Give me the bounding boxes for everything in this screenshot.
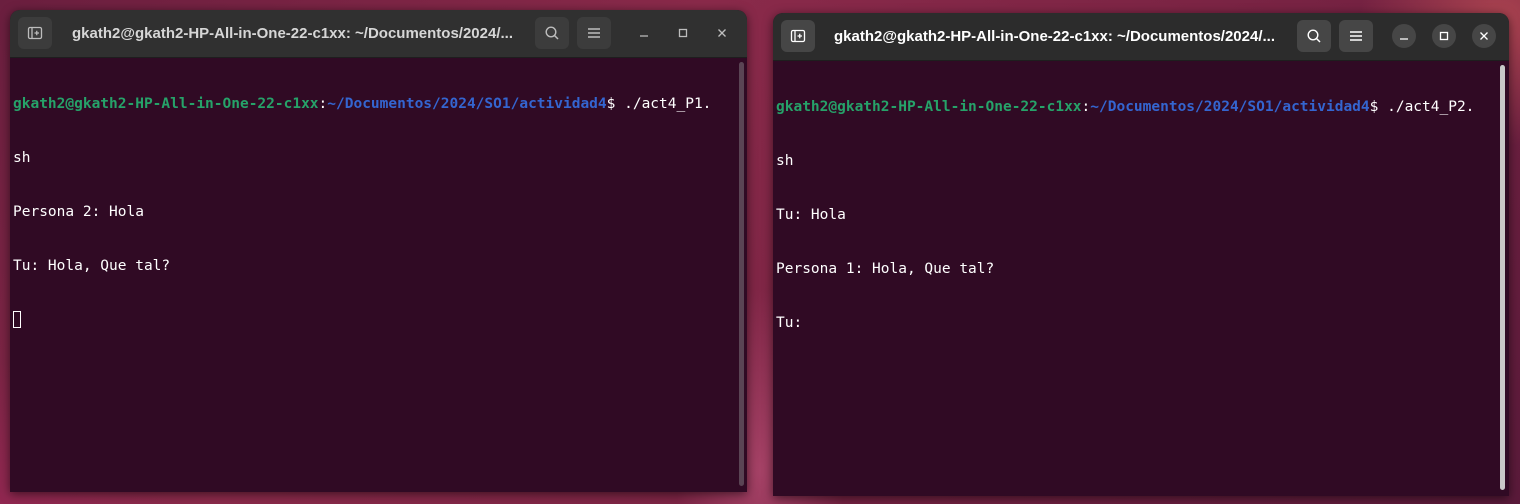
prompt-line: gkath2@gkath2-HP-All-in-One-22-c1xx:~/Do… xyxy=(776,98,1497,116)
prompt-user-host: gkath2@gkath2-HP-All-in-One-22-c1xx xyxy=(13,96,319,112)
command-text: ./act4_P1. xyxy=(615,96,712,112)
output-line: Persona 1: Hola, Que tal? xyxy=(776,261,995,277)
search-button[interactable] xyxy=(535,17,569,49)
maximize-button[interactable] xyxy=(671,21,695,45)
minimize-button[interactable] xyxy=(632,21,656,45)
text-cursor xyxy=(13,311,21,328)
prompt-user-host: gkath2@gkath2-HP-All-in-One-22-c1xx xyxy=(776,99,1082,115)
minimize-button[interactable] xyxy=(1392,24,1416,48)
cursor-line xyxy=(13,311,735,329)
terminal-window-left[interactable]: gkath2@gkath2-HP-All-in-One-22-c1xx: ~/D… xyxy=(10,10,747,492)
hamburger-menu-icon xyxy=(588,28,600,38)
terminal-output[interactable]: gkath2@gkath2-HP-All-in-One-22-c1xx:~/Do… xyxy=(13,59,735,492)
minimize-icon xyxy=(640,35,648,37)
titlebar[interactable]: gkath2@gkath2-HP-All-in-One-22-c1xx: ~/D… xyxy=(773,13,1509,61)
minimize-icon xyxy=(1400,38,1408,40)
prompt-colon: : xyxy=(1081,99,1091,115)
new-tab-button[interactable] xyxy=(781,20,815,52)
output-line: Tu: Hola, Que tal? xyxy=(13,258,171,274)
new-tab-icon xyxy=(790,29,806,43)
terminal-output[interactable]: gkath2@gkath2-HP-All-in-One-22-c1xx:~/Do… xyxy=(776,62,1497,496)
new-tab-button[interactable] xyxy=(18,17,52,49)
close-icon xyxy=(718,29,726,37)
menu-button[interactable] xyxy=(577,17,611,49)
close-button[interactable] xyxy=(1472,24,1496,48)
command-wrap: sh xyxy=(13,150,31,166)
maximize-button[interactable] xyxy=(1432,24,1456,48)
maximize-icon xyxy=(1439,31,1449,41)
hamburger-menu-icon xyxy=(1350,31,1362,41)
close-icon xyxy=(1480,32,1488,40)
output-line: Persona 2: Hola xyxy=(13,204,144,220)
prompt-path: ~/Documentos/2024/SO1/actividad4 xyxy=(1090,99,1370,115)
search-button[interactable] xyxy=(1297,20,1331,52)
prompt-path: ~/Documentos/2024/SO1/actividad4 xyxy=(327,96,607,112)
scrollbar[interactable] xyxy=(739,62,744,486)
window-title: gkath2@gkath2-HP-All-in-One-22-c1xx: ~/D… xyxy=(834,28,1275,45)
maximize-icon xyxy=(678,28,688,38)
new-tab-icon xyxy=(27,26,43,40)
command-wrap: sh xyxy=(776,153,794,169)
command-text: ./act4_P2. xyxy=(1378,99,1475,115)
titlebar[interactable]: gkath2@gkath2-HP-All-in-One-22-c1xx: ~/D… xyxy=(10,10,747,58)
output-line: Tu: Hola xyxy=(776,207,846,223)
prompt-line: gkath2@gkath2-HP-All-in-One-22-c1xx:~/Do… xyxy=(13,95,735,113)
scrollbar[interactable] xyxy=(1500,65,1505,490)
close-button[interactable] xyxy=(710,21,734,45)
window-title: gkath2@gkath2-HP-All-in-One-22-c1xx: ~/D… xyxy=(72,25,513,42)
prompt-colon: : xyxy=(318,96,328,112)
output-line: Tu: xyxy=(776,315,803,331)
menu-button[interactable] xyxy=(1339,20,1373,52)
terminal-window-right[interactable]: gkath2@gkath2-HP-All-in-One-22-c1xx: ~/D… xyxy=(773,13,1509,496)
search-icon xyxy=(545,26,559,40)
search-icon xyxy=(1307,29,1321,43)
